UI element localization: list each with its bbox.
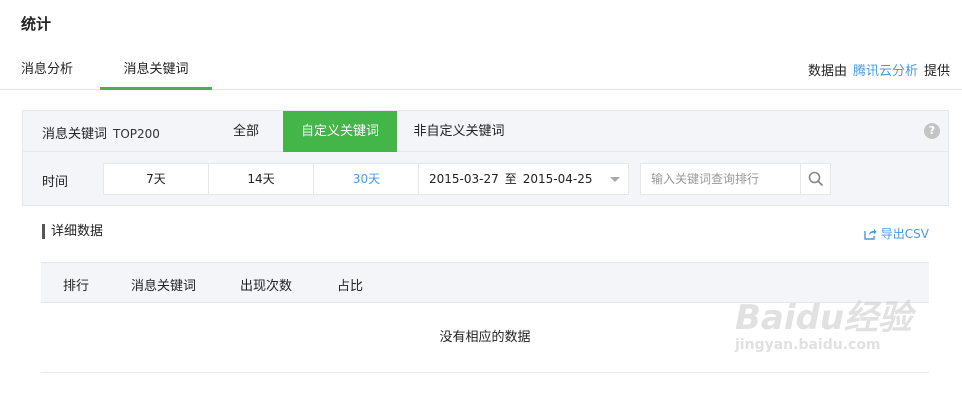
tab-message-keywords[interactable]: 消息关键词 [100, 58, 212, 90]
export-csv-button[interactable]: 导出CSV [864, 225, 929, 242]
tencent-analytics-link[interactable]: 腾讯云分析 [853, 64, 918, 79]
detail-section-title: 详细数据 [42, 224, 103, 239]
keyword-search-box [640, 163, 831, 195]
watermark-main: Baidu经验 [735, 298, 913, 338]
tab-message-analysis[interactable]: 消息分析 [21, 58, 73, 77]
time-row: 时间 7天 14天 30天 2015-03-27 至 2015-04-25 [23, 153, 948, 206]
column-header-keyword: 消息关键词 [131, 279, 197, 294]
date-to: 2015-04-25 [522, 172, 593, 186]
export-icon [864, 228, 877, 240]
keyword-type-all[interactable]: 全部 [203, 111, 289, 152]
time-label: 时间 [42, 175, 69, 190]
keyword-top-label: TOP200 [113, 127, 160, 141]
filter-panel: 消息关键词 TOP200 全部 自定义关键词 非自定义关键词 ? 时间 7天 14… [22, 110, 949, 206]
watermark-sub: jingyan.baidu.com [735, 337, 881, 353]
column-header-ratio: 占比 [337, 279, 364, 294]
date-from: 2015-03-27 [429, 172, 499, 186]
page-title: 统计 [21, 15, 52, 33]
chevron-down-icon [610, 177, 620, 182]
provider-prefix: 数据由 [807, 64, 847, 79]
data-provider-note: 数据由 腾讯云分析 提供 [808, 60, 950, 79]
date-separator: 至 [504, 172, 517, 186]
range-14-days[interactable]: 14天 [209, 164, 314, 194]
keyword-search-input[interactable] [641, 164, 801, 194]
search-icon [808, 171, 823, 186]
export-csv-label: 导出CSV [880, 227, 929, 241]
keyword-type-row: 消息关键词 TOP200 全部 自定义关键词 非自定义关键词 ? [23, 111, 948, 152]
baidu-watermark: Baidu经验 jingyan.baidu.com [735, 290, 912, 353]
column-header-rank: 排行 [63, 279, 90, 294]
range-30-days[interactable]: 30天 [314, 164, 419, 194]
help-icon[interactable]: ? [924, 123, 940, 139]
keyword-label: 消息关键词 [42, 127, 108, 142]
search-button[interactable] [800, 164, 830, 194]
keyword-type-custom[interactable]: 自定义关键词 [283, 111, 397, 152]
date-range-picker[interactable]: 2015-03-27 至 2015-04-25 [418, 163, 629, 195]
keyword-row-label: 消息关键词 TOP200 [42, 123, 160, 142]
keyword-type-noncustom[interactable]: 非自定义关键词 [397, 111, 521, 152]
range-7-days[interactable]: 7天 [104, 164, 209, 194]
time-range-group: 7天 14天 30天 [103, 163, 420, 195]
provider-suffix: 提供 [923, 64, 950, 79]
column-header-count: 出现次数 [240, 279, 293, 294]
tab-bar: 消息分析 消息关键词 数据由 腾讯云分析 提供 [0, 48, 962, 90]
